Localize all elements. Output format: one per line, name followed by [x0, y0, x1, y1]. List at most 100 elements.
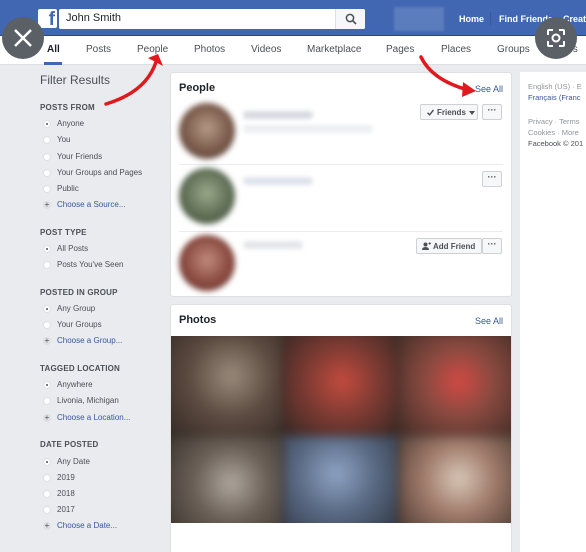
person-avatar[interactable]: [179, 168, 235, 224]
tab-places[interactable]: Places: [441, 44, 471, 55]
radio: [43, 321, 51, 329]
option-label: Public: [57, 184, 79, 193]
tab-pages[interactable]: Pages: [386, 44, 414, 55]
search-input[interactable]: John Smith: [59, 9, 365, 29]
photos-card-title: Photos: [179, 314, 217, 326]
add-friend-button-label: Add Friend: [433, 242, 476, 251]
option-label: You: [57, 135, 71, 144]
lens-button[interactable]: [535, 17, 577, 59]
tab-all[interactable]: All: [47, 44, 60, 55]
radio: [43, 490, 51, 498]
add-friend-button[interactable]: Add Friend: [416, 238, 482, 254]
person-avatar[interactable]: [179, 103, 235, 159]
tab-marketplace[interactable]: Marketplace: [307, 44, 361, 55]
more-options-button[interactable]: ···: [482, 171, 502, 187]
tagged-location-heading: TAGGED LOCATION: [40, 364, 121, 373]
option-label: Any Date: [57, 457, 90, 466]
language-french[interactable]: Français (Franc: [528, 93, 581, 102]
photo-thumbnail[interactable]: [399, 436, 511, 523]
radio: [43, 506, 51, 514]
home-link[interactable]: Home: [459, 14, 484, 24]
person-avatar[interactable]: [179, 235, 235, 291]
posted-in-group-heading: POSTED IN GROUP: [40, 288, 118, 297]
option-label: Anyone: [57, 119, 85, 128]
option-label: Choose a Source...: [57, 200, 126, 209]
radio: [43, 153, 51, 161]
friends-button-label: Friends: [437, 108, 466, 117]
photo-thumbnail[interactable]: [283, 436, 401, 523]
radio-selected: [43, 305, 51, 313]
lens-icon: [547, 29, 565, 47]
option-label: Choose a Group...: [57, 336, 123, 345]
facebook-logo[interactable]: f: [38, 9, 57, 30]
privacy-terms-links[interactable]: Privacy · Terms: [528, 117, 580, 126]
person-details: [243, 125, 373, 133]
row-divider: [179, 164, 503, 165]
people-card: People See All Friends ··· ··· Add Frien…: [170, 72, 512, 297]
posts-from-heading: POSTS FROM: [40, 103, 95, 112]
plus-icon: +: [43, 521, 51, 530]
option-label: Choose a Location...: [57, 413, 131, 422]
red-arrow-people-tab: [104, 60, 158, 106]
person-name[interactable]: [243, 111, 313, 119]
option-label: All Posts: [57, 244, 89, 253]
top-navigation-bar: f John Smith Home Find Friends Creat: [0, 0, 586, 36]
search-button[interactable]: [335, 9, 365, 29]
option-label: Your Groups: [57, 320, 102, 329]
plus-icon: +: [43, 336, 51, 345]
tab-photos[interactable]: Photos: [194, 44, 225, 55]
nav-divider: [490, 12, 491, 25]
option-label: 2019: [57, 473, 75, 482]
close-icon: [14, 29, 32, 47]
option-label: Livonia, Michigan: [57, 396, 119, 405]
right-footer-column: English (US) · E Français (Franc Privacy…: [520, 72, 586, 552]
radio: [43, 136, 51, 144]
date-posted-heading: DATE POSTED: [40, 440, 99, 449]
photo-thumbnail[interactable]: [399, 336, 511, 442]
person-name[interactable]: [243, 177, 313, 185]
tab-groups[interactable]: Groups: [497, 44, 530, 55]
option-label: Posts You've Seen: [57, 260, 124, 269]
active-tab-indicator: [44, 62, 62, 65]
plus-icon: +: [43, 413, 51, 422]
people-see-all-link[interactable]: See All: [475, 84, 503, 94]
people-card-title: People: [179, 82, 216, 94]
search-query-text: John Smith: [66, 12, 122, 24]
profile-avatar[interactable]: [394, 7, 444, 31]
post-type-heading: POST TYPE: [40, 228, 87, 237]
option-label: Your Friends: [57, 152, 103, 161]
radio-selected: [43, 120, 51, 128]
radio: [43, 474, 51, 482]
checkmark-icon: [427, 109, 434, 116]
language-english[interactable]: English (US) · E: [528, 82, 582, 91]
tab-people[interactable]: People: [137, 44, 168, 55]
caret-down-icon: [469, 111, 475, 115]
radio: [43, 397, 51, 405]
tab-posts[interactable]: Posts: [86, 44, 111, 55]
photo-thumbnail[interactable]: [171, 436, 285, 523]
tab-videos[interactable]: Videos: [251, 44, 281, 55]
cookies-more-links[interactable]: Cookies · More: [528, 128, 579, 137]
photo-thumbnail[interactable]: [171, 336, 285, 442]
radio: [43, 261, 51, 269]
photo-grid: [171, 336, 511, 523]
more-options-button[interactable]: ···: [482, 104, 502, 120]
photos-see-all-link[interactable]: See All: [475, 316, 503, 326]
more-options-button[interactable]: ···: [482, 238, 502, 254]
friends-button[interactable]: Friends: [420, 104, 478, 120]
option-label: 2018: [57, 489, 75, 498]
photos-card: Photos See All: [170, 304, 512, 552]
person-name[interactable]: [243, 241, 303, 249]
option-label: Choose a Date...: [57, 521, 118, 530]
option-label: Your Groups and Pages: [57, 168, 143, 177]
photo-thumbnail[interactable]: [283, 336, 401, 442]
option-label: 2017: [57, 505, 75, 514]
radio: [43, 185, 51, 193]
radio-selected: [43, 381, 51, 389]
filter-results-title: Filter Results: [40, 73, 111, 87]
close-button[interactable]: [2, 17, 44, 59]
row-divider: [179, 231, 503, 232]
option-label: Any Group: [57, 304, 96, 313]
add-friend-icon: [422, 242, 431, 250]
search-tabs: All Posts People Photos Videos Marketpla…: [0, 36, 586, 65]
